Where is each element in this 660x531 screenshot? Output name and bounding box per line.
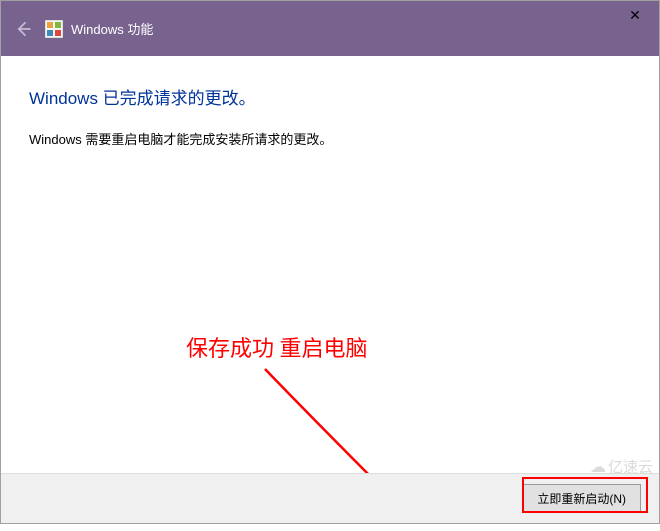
dialog-footer: 立即重新启动(N): [1, 473, 659, 523]
annotation-label: 保存成功 重启电脑: [186, 331, 368, 363]
window-frame: ✕ Windows 功能 Windows 已完成请求的更改。 Windows 需…: [0, 0, 660, 524]
back-arrow-icon: [13, 19, 33, 39]
restart-now-button[interactable]: 立即重新启动(N): [522, 484, 641, 513]
close-icon: ✕: [629, 8, 641, 22]
windows-features-icon: [45, 20, 63, 38]
close-button[interactable]: ✕: [611, 1, 659, 29]
window-title: Windows 功能: [71, 19, 153, 38]
body-message: Windows 需要重启电脑才能完成安装所请求的更改。: [29, 129, 631, 148]
back-button[interactable]: [13, 19, 33, 39]
page-heading: Windows 已完成请求的更改。: [29, 84, 631, 109]
titlebar: ✕ Windows 功能: [1, 1, 659, 56]
content-area: Windows 已完成请求的更改。 Windows 需要重启电脑才能完成安装所请…: [1, 56, 659, 523]
